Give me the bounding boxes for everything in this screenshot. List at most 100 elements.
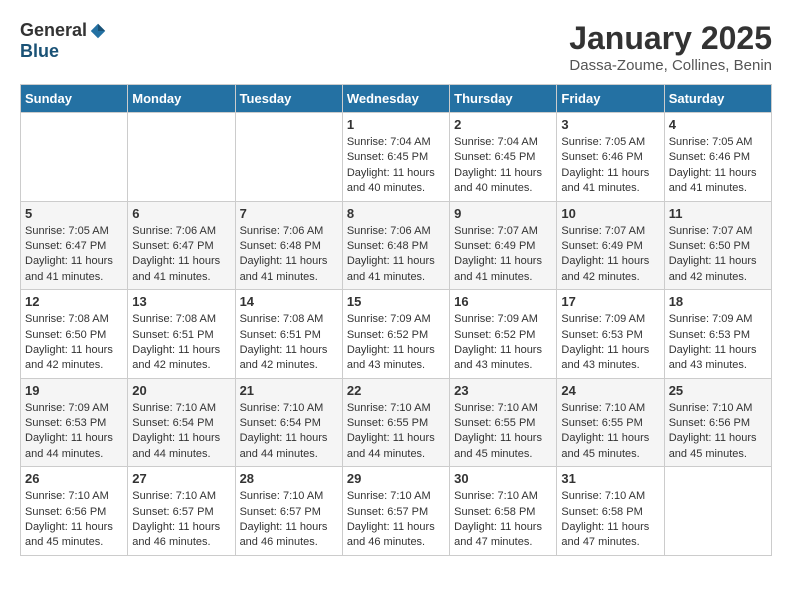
calendar-cell: 30 Sunrise: 7:10 AM Sunset: 6:58 PM Dayli… [450, 467, 557, 556]
calendar-cell: 22 Sunrise: 7:10 AM Sunset: 6:55 PM Dayli… [342, 378, 449, 467]
calendar-day-header: Friday [557, 85, 664, 113]
calendar-cell: 3 Sunrise: 7:05 AM Sunset: 6:46 PM Daylig… [557, 113, 664, 202]
cell-info-text: Sunrise: 7:10 AM Sunset: 6:55 PM Dayligh… [561, 401, 659, 463]
cell-info-text: Sunrise: 7:05 AM Sunset: 6:47 PM Dayligh… [25, 224, 123, 286]
calendar-cell: 12 Sunrise: 7:08 AM Sunset: 6:50 PM Dayli… [21, 290, 128, 379]
cell-date-number: 20 [132, 383, 230, 398]
calendar-cell [235, 113, 342, 202]
calendar-cell: 6 Sunrise: 7:06 AM Sunset: 6:47 PM Daylig… [128, 201, 235, 290]
cell-info-text: Sunrise: 7:05 AM Sunset: 6:46 PM Dayligh… [669, 135, 767, 197]
cell-date-number: 22 [347, 383, 445, 398]
cell-info-text: Sunrise: 7:10 AM Sunset: 6:55 PM Dayligh… [454, 401, 552, 463]
cell-date-number: 16 [454, 294, 552, 309]
cell-date-number: 21 [240, 383, 338, 398]
calendar-week-row: 5 Sunrise: 7:05 AM Sunset: 6:47 PM Daylig… [21, 201, 772, 290]
cell-info-text: Sunrise: 7:04 AM Sunset: 6:45 PM Dayligh… [454, 135, 552, 197]
cell-info-text: Sunrise: 7:08 AM Sunset: 6:51 PM Dayligh… [240, 312, 338, 374]
cell-date-number: 3 [561, 117, 659, 132]
calendar-day-header: Sunday [21, 85, 128, 113]
calendar-cell: 26 Sunrise: 7:10 AM Sunset: 6:56 PM Dayli… [21, 467, 128, 556]
calendar-day-header: Tuesday [235, 85, 342, 113]
calendar-cell: 10 Sunrise: 7:07 AM Sunset: 6:49 PM Dayli… [557, 201, 664, 290]
cell-date-number: 10 [561, 206, 659, 221]
calendar-cell [664, 467, 771, 556]
cell-date-number: 28 [240, 471, 338, 486]
calendar-day-header: Saturday [664, 85, 771, 113]
cell-date-number: 14 [240, 294, 338, 309]
cell-info-text: Sunrise: 7:09 AM Sunset: 6:52 PM Dayligh… [347, 312, 445, 374]
cell-date-number: 2 [454, 117, 552, 132]
cell-info-text: Sunrise: 7:05 AM Sunset: 6:46 PM Dayligh… [561, 135, 659, 197]
calendar-header-row: SundayMondayTuesdayWednesdayThursdayFrid… [21, 85, 772, 113]
cell-date-number: 11 [669, 206, 767, 221]
cell-date-number: 15 [347, 294, 445, 309]
calendar-cell: 16 Sunrise: 7:09 AM Sunset: 6:52 PM Dayli… [450, 290, 557, 379]
cell-date-number: 1 [347, 117, 445, 132]
cell-date-number: 18 [669, 294, 767, 309]
cell-info-text: Sunrise: 7:10 AM Sunset: 6:55 PM Dayligh… [347, 401, 445, 463]
cell-info-text: Sunrise: 7:06 AM Sunset: 6:47 PM Dayligh… [132, 224, 230, 286]
calendar-table: SundayMondayTuesdayWednesdayThursdayFrid… [20, 84, 772, 556]
cell-info-text: Sunrise: 7:10 AM Sunset: 6:56 PM Dayligh… [25, 489, 123, 551]
calendar-cell: 31Sunrise: 7:10 AM Sunset: 6:58 PM Dayli… [557, 467, 664, 556]
cell-date-number: 25 [669, 383, 767, 398]
cell-info-text: Sunrise: 7:06 AM Sunset: 6:48 PM Dayligh… [347, 224, 445, 286]
calendar-cell: 15 Sunrise: 7:09 AM Sunset: 6:52 PM Dayli… [342, 290, 449, 379]
cell-info-text: Sunrise: 7:08 AM Sunset: 6:50 PM Dayligh… [25, 312, 123, 374]
cell-info-text: Sunrise: 7:10 AM Sunset: 6:56 PM Dayligh… [669, 401, 767, 463]
cell-info-text: Sunrise: 7:09 AM Sunset: 6:52 PM Dayligh… [454, 312, 552, 374]
cell-date-number: 23 [454, 383, 552, 398]
cell-date-number: 26 [25, 471, 123, 486]
calendar-cell: 28 Sunrise: 7:10 AM Sunset: 6:57 PM Dayli… [235, 467, 342, 556]
calendar-cell: 8 Sunrise: 7:06 AM Sunset: 6:48 PM Daylig… [342, 201, 449, 290]
calendar-cell: 29Sunrise: 7:10 AM Sunset: 6:57 PM Dayli… [342, 467, 449, 556]
month-title: January 2025 [569, 20, 772, 57]
calendar-cell: 24 Sunrise: 7:10 AM Sunset: 6:55 PM Dayli… [557, 378, 664, 467]
cell-date-number: 8 [347, 206, 445, 221]
calendar-cell: 14 Sunrise: 7:08 AM Sunset: 6:51 PM Dayli… [235, 290, 342, 379]
calendar-cell: 7Sunrise: 7:06 AM Sunset: 6:48 PM Daylig… [235, 201, 342, 290]
calendar-cell: 18 Sunrise: 7:09 AM Sunset: 6:53 PM Dayli… [664, 290, 771, 379]
calendar-day-header: Monday [128, 85, 235, 113]
cell-date-number: 12 [25, 294, 123, 309]
cell-date-number: 30 [454, 471, 552, 486]
calendar-cell: 1 Sunrise: 7:04 AM Sunset: 6:45 PM Daylig… [342, 113, 449, 202]
cell-info-text: Sunrise: 7:10 AM Sunset: 6:58 PM Dayligh… [454, 489, 552, 551]
cell-info-text: Sunrise: 7:09 AM Sunset: 6:53 PM Dayligh… [25, 401, 123, 463]
cell-date-number: 29 [347, 471, 445, 486]
calendar-cell: 20Sunrise: 7:10 AM Sunset: 6:54 PM Dayli… [128, 378, 235, 467]
calendar-cell: 17Sunrise: 7:09 AM Sunset: 6:53 PM Dayli… [557, 290, 664, 379]
cell-info-text: Sunrise: 7:08 AM Sunset: 6:51 PM Dayligh… [132, 312, 230, 374]
cell-date-number: 6 [132, 206, 230, 221]
logo: General Blue [20, 20, 107, 62]
cell-date-number: 4 [669, 117, 767, 132]
cell-date-number: 7 [240, 206, 338, 221]
location-text: Dassa-Zoume, Collines, Benin [569, 57, 772, 74]
calendar-day-header: Thursday [450, 85, 557, 113]
logo-blue-text: Blue [20, 41, 59, 62]
page-header: General Blue January 2025 Dassa-Zoume, C… [20, 20, 772, 74]
cell-date-number: 5 [25, 206, 123, 221]
cell-info-text: Sunrise: 7:07 AM Sunset: 6:49 PM Dayligh… [561, 224, 659, 286]
cell-date-number: 24 [561, 383, 659, 398]
title-area: January 2025 Dassa-Zoume, Collines, Beni… [569, 20, 772, 74]
calendar-cell: 13Sunrise: 7:08 AM Sunset: 6:51 PM Dayli… [128, 290, 235, 379]
calendar-cell [128, 113, 235, 202]
calendar-cell: 23 Sunrise: 7:10 AM Sunset: 6:55 PM Dayli… [450, 378, 557, 467]
cell-date-number: 19 [25, 383, 123, 398]
cell-date-number: 17 [561, 294, 659, 309]
cell-info-text: Sunrise: 7:07 AM Sunset: 6:50 PM Dayligh… [669, 224, 767, 286]
calendar-cell: 5 Sunrise: 7:05 AM Sunset: 6:47 PM Daylig… [21, 201, 128, 290]
calendar-cell: 2 Sunrise: 7:04 AM Sunset: 6:45 PM Daylig… [450, 113, 557, 202]
calendar-cell: 9Sunrise: 7:07 AM Sunset: 6:49 PM Daylig… [450, 201, 557, 290]
calendar-cell: 11 Sunrise: 7:07 AM Sunset: 6:50 PM Dayli… [664, 201, 771, 290]
cell-info-text: Sunrise: 7:10 AM Sunset: 6:54 PM Dayligh… [240, 401, 338, 463]
logo-icon [89, 22, 107, 40]
calendar-cell: 21 Sunrise: 7:10 AM Sunset: 6:54 PM Dayli… [235, 378, 342, 467]
logo-general-text: General [20, 20, 87, 41]
cell-info-text: Sunrise: 7:10 AM Sunset: 6:57 PM Dayligh… [240, 489, 338, 551]
cell-info-text: Sunrise: 7:04 AM Sunset: 6:45 PM Dayligh… [347, 135, 445, 197]
cell-info-text: Sunrise: 7:09 AM Sunset: 6:53 PM Dayligh… [669, 312, 767, 374]
calendar-week-row: 1 Sunrise: 7:04 AM Sunset: 6:45 PM Daylig… [21, 113, 772, 202]
calendar-cell [21, 113, 128, 202]
